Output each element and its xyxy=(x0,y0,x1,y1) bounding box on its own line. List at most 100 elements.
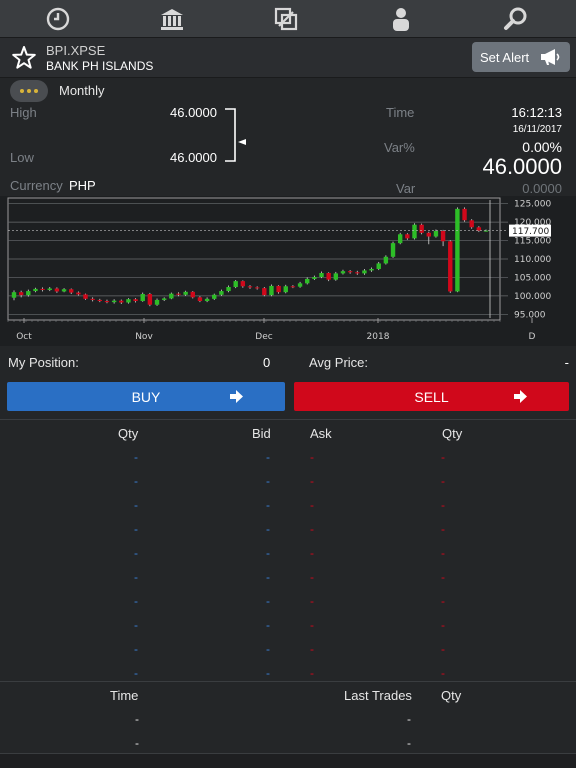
candle xyxy=(183,291,188,295)
person-icon[interactable] xyxy=(385,4,417,34)
candle xyxy=(397,234,403,244)
last-price: 46.0000 xyxy=(482,154,562,179)
low-label: Low xyxy=(10,150,34,165)
bid-cell: - xyxy=(266,474,270,488)
ask-cell: - xyxy=(310,498,314,512)
candle xyxy=(455,208,460,292)
my-position-label: My Position: xyxy=(8,355,79,370)
candle xyxy=(362,270,367,274)
buy-button[interactable]: BUY xyxy=(7,382,285,411)
sell-button[interactable]: SELL xyxy=(294,382,569,411)
candle xyxy=(240,281,246,287)
candle xyxy=(412,224,417,239)
date-value: 16/11/2017 xyxy=(512,124,562,135)
y-tick-label: 115.000 xyxy=(514,237,551,247)
bid-cell: - xyxy=(266,498,270,512)
candle xyxy=(47,288,52,290)
set-alert-label: Set Alert xyxy=(480,49,530,65)
search-icon[interactable] xyxy=(500,4,532,34)
candle xyxy=(347,271,353,273)
dot-icon xyxy=(20,89,24,93)
bottom-bar xyxy=(0,753,576,768)
candle xyxy=(161,298,167,300)
ask-qty-cell: - xyxy=(441,570,445,584)
candle xyxy=(140,294,145,302)
y-tick-label: 95.000 xyxy=(514,310,546,320)
ask-qty-cell: - xyxy=(441,450,445,464)
ask-cell: - xyxy=(310,642,314,656)
ask-qty-cell: - xyxy=(441,666,445,680)
y-tick-label: 110.000 xyxy=(514,255,551,265)
period-selector[interactable]: Monthly xyxy=(59,83,105,98)
candle xyxy=(448,241,453,292)
bid-qty-cell: - xyxy=(134,666,138,680)
table-row: ---- xyxy=(0,566,576,590)
table-row: ---- xyxy=(0,446,576,470)
y-tick-label: 125.000 xyxy=(514,200,551,210)
trade-time-header: Time xyxy=(110,688,139,703)
megaphone-icon xyxy=(541,49,560,65)
price-chart[interactable]: 125.000 120.000 115.000 110.000 105.000 100.0… xyxy=(0,196,576,346)
candle xyxy=(383,256,389,264)
time-label: Time xyxy=(386,105,415,120)
bid-cell: - xyxy=(266,642,270,656)
candle xyxy=(419,224,424,233)
bid-qty-cell: - xyxy=(134,618,138,632)
top-nav-bar xyxy=(0,0,576,38)
var-percent-value: 0.00% xyxy=(522,139,562,155)
table-row: -- xyxy=(0,710,576,734)
candle xyxy=(133,299,138,302)
candle xyxy=(333,273,339,280)
candle xyxy=(305,278,310,284)
dot-icon xyxy=(34,89,38,93)
bid-qty-cell: - xyxy=(134,594,138,608)
candle xyxy=(204,298,210,302)
instrument-name: BANK PH ISLANDS xyxy=(46,59,154,73)
candle xyxy=(54,288,60,292)
more-options-button[interactable] xyxy=(10,80,48,102)
arrow-right-icon xyxy=(514,390,527,403)
var-percent-label: Var% xyxy=(384,140,415,155)
sell-label: SELL xyxy=(414,388,449,405)
last-trades: Time Last Trades Qty ---- xyxy=(0,681,576,753)
last-trades-header: Last Trades xyxy=(344,688,412,703)
var-value: 0.0000 xyxy=(522,181,562,196)
candle xyxy=(147,294,153,305)
candle xyxy=(469,220,474,228)
candle xyxy=(176,293,181,295)
currency-value: PHP xyxy=(69,178,96,193)
arrow-right-icon xyxy=(230,390,243,403)
star-icon[interactable] xyxy=(10,44,38,72)
bid-cell: - xyxy=(266,546,270,560)
bid-header: Bid xyxy=(252,426,271,441)
candle xyxy=(212,294,217,299)
candle xyxy=(254,287,260,289)
candle xyxy=(376,263,381,269)
candle xyxy=(290,286,296,288)
range-bracket-icon xyxy=(225,108,246,162)
table-row: ---- xyxy=(0,518,576,542)
bid-qty-cell: - xyxy=(134,570,138,584)
ask-cell: - xyxy=(310,522,314,536)
trade-time-cell: - xyxy=(135,712,139,726)
candle xyxy=(276,285,281,293)
candlestick-chart[interactable]: 125.000120.000115.000110.000105.000100.0… xyxy=(0,196,576,346)
ask-qty-cell: - xyxy=(441,522,445,536)
table-row: ---- xyxy=(0,638,576,662)
candle xyxy=(104,301,110,303)
candle xyxy=(355,272,360,274)
bid-qty-cell: - xyxy=(134,498,138,512)
ask-qty-cell: - xyxy=(441,594,445,608)
my-position-value: 0 xyxy=(263,355,271,370)
x-tick-label: Oct xyxy=(16,332,32,342)
ask-qty-cell: - xyxy=(441,546,445,560)
clock-icon[interactable] xyxy=(42,4,74,34)
ask-cell: - xyxy=(310,546,314,560)
trade-price-cell: - xyxy=(407,736,411,750)
swap-icon[interactable] xyxy=(270,4,302,34)
bid-cell: - xyxy=(266,522,270,536)
x-tick-label: Dec xyxy=(255,332,272,342)
bank-icon[interactable] xyxy=(156,4,188,34)
x-tick-label: 2018 xyxy=(367,332,390,342)
set-alert-button[interactable]: Set Alert xyxy=(472,42,570,72)
